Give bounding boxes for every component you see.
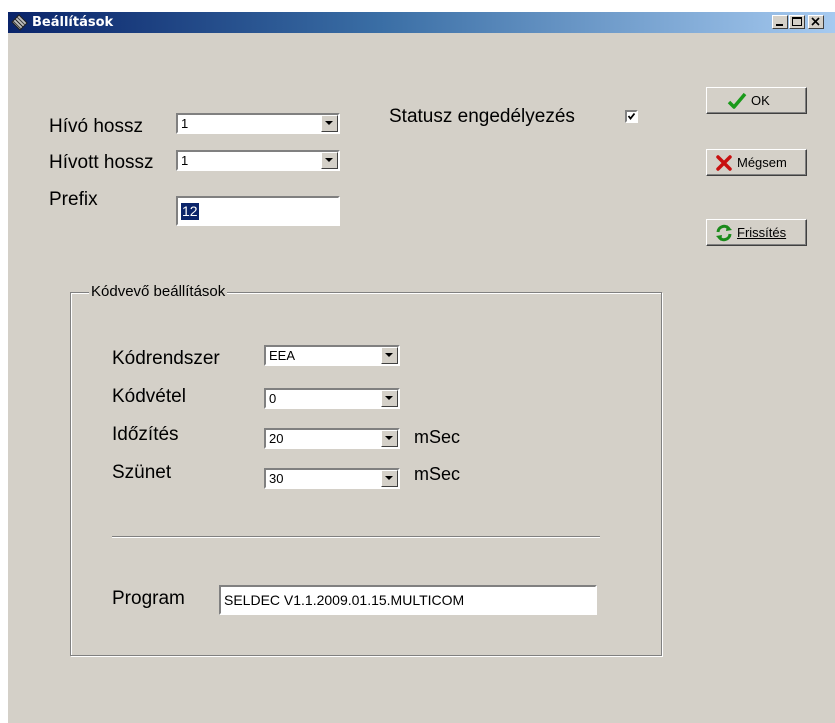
minimize-icon	[776, 24, 783, 26]
chevron-down-icon	[385, 396, 393, 400]
prefix-label: Prefix	[49, 189, 98, 210]
maximize-button[interactable]	[789, 15, 805, 29]
kodrendszer-dropdown-button[interactable]	[381, 347, 398, 364]
hivo-hossz-dropdown-button[interactable]	[321, 115, 338, 132]
program-field[interactable]: SELDEC V1.1.2009.01.15.MULTICOM	[219, 585, 597, 615]
checkmark-icon	[627, 112, 636, 120]
cancel-button-label: Mégsem	[737, 155, 787, 170]
prefix-input[interactable]: 12	[176, 196, 340, 226]
chevron-down-icon	[325, 121, 333, 125]
statusz-checkbox[interactable]	[625, 110, 638, 123]
kodvetel-dropdown-button[interactable]	[381, 390, 398, 407]
program-label: Program	[112, 588, 185, 609]
x-icon	[716, 155, 732, 171]
kodvevo-group-title: Kódvevő beállítások	[89, 283, 228, 301]
refresh-icon	[716, 224, 732, 242]
chevron-down-icon	[385, 436, 393, 440]
kodvetel-value: 0	[269, 391, 277, 406]
prefix-value: 12	[181, 203, 199, 220]
kodrendszer-combo[interactable]: EEA	[264, 345, 400, 366]
minimize-button[interactable]	[772, 15, 788, 29]
statusz-label: Statusz engedélyezés	[389, 106, 575, 127]
hivo-hossz-value: 1	[181, 116, 189, 131]
title-bar[interactable]: Beállítások	[8, 12, 835, 33]
maximize-icon	[792, 17, 802, 26]
idozites-dropdown-button[interactable]	[381, 430, 398, 447]
window-title: Beállítások	[32, 15, 114, 30]
refresh-button-label: Frissítés	[737, 225, 787, 240]
app-icon[interactable]	[11, 14, 28, 31]
szunet-combo[interactable]: 30	[264, 468, 400, 489]
szunet-dropdown-button[interactable]	[381, 470, 398, 487]
idozites-value: 20	[269, 431, 284, 446]
chevron-down-icon	[325, 158, 333, 162]
settings-window: Beállítások Hívó hossz 1 Hívott hossz 1 …	[8, 12, 835, 723]
kodvetel-combo[interactable]: 0	[264, 388, 400, 409]
idozites-label: Időzítés	[112, 424, 179, 445]
chevron-down-icon	[385, 476, 393, 480]
szunet-unit: mSec	[414, 464, 461, 484]
szunet-value: 30	[269, 471, 284, 486]
chevron-down-icon	[385, 353, 393, 357]
kodrendszer-label: Kódrendszer	[112, 348, 220, 369]
group-separator	[112, 536, 600, 538]
hivott-hossz-dropdown-button[interactable]	[321, 152, 338, 169]
hivo-hossz-combo[interactable]: 1	[176, 113, 340, 134]
idozites-combo[interactable]: 20	[264, 428, 400, 449]
ok-button[interactable]: OK	[706, 87, 807, 114]
idozites-unit: mSec	[414, 427, 461, 447]
program-value: SELDEC V1.1.2009.01.15.MULTICOM	[224, 592, 465, 608]
cancel-button[interactable]: Mégsem	[706, 149, 807, 176]
close-icon	[811, 17, 820, 26]
ok-button-label: OK	[751, 93, 770, 108]
kodvetel-label: Kódvétel	[112, 386, 186, 407]
close-button[interactable]	[808, 15, 824, 29]
kodrendszer-value: EEA	[269, 348, 296, 363]
hivott-hossz-combo[interactable]: 1	[176, 150, 340, 171]
hivott-hossz-value: 1	[181, 153, 189, 168]
checkmark-icon	[727, 92, 747, 109]
szunet-label: Szünet	[112, 462, 172, 483]
hivo-hossz-label: Hívó hossz	[49, 116, 143, 137]
refresh-button[interactable]: Frissítés	[706, 219, 807, 246]
hivott-hossz-label: Hívott hossz	[49, 152, 154, 173]
